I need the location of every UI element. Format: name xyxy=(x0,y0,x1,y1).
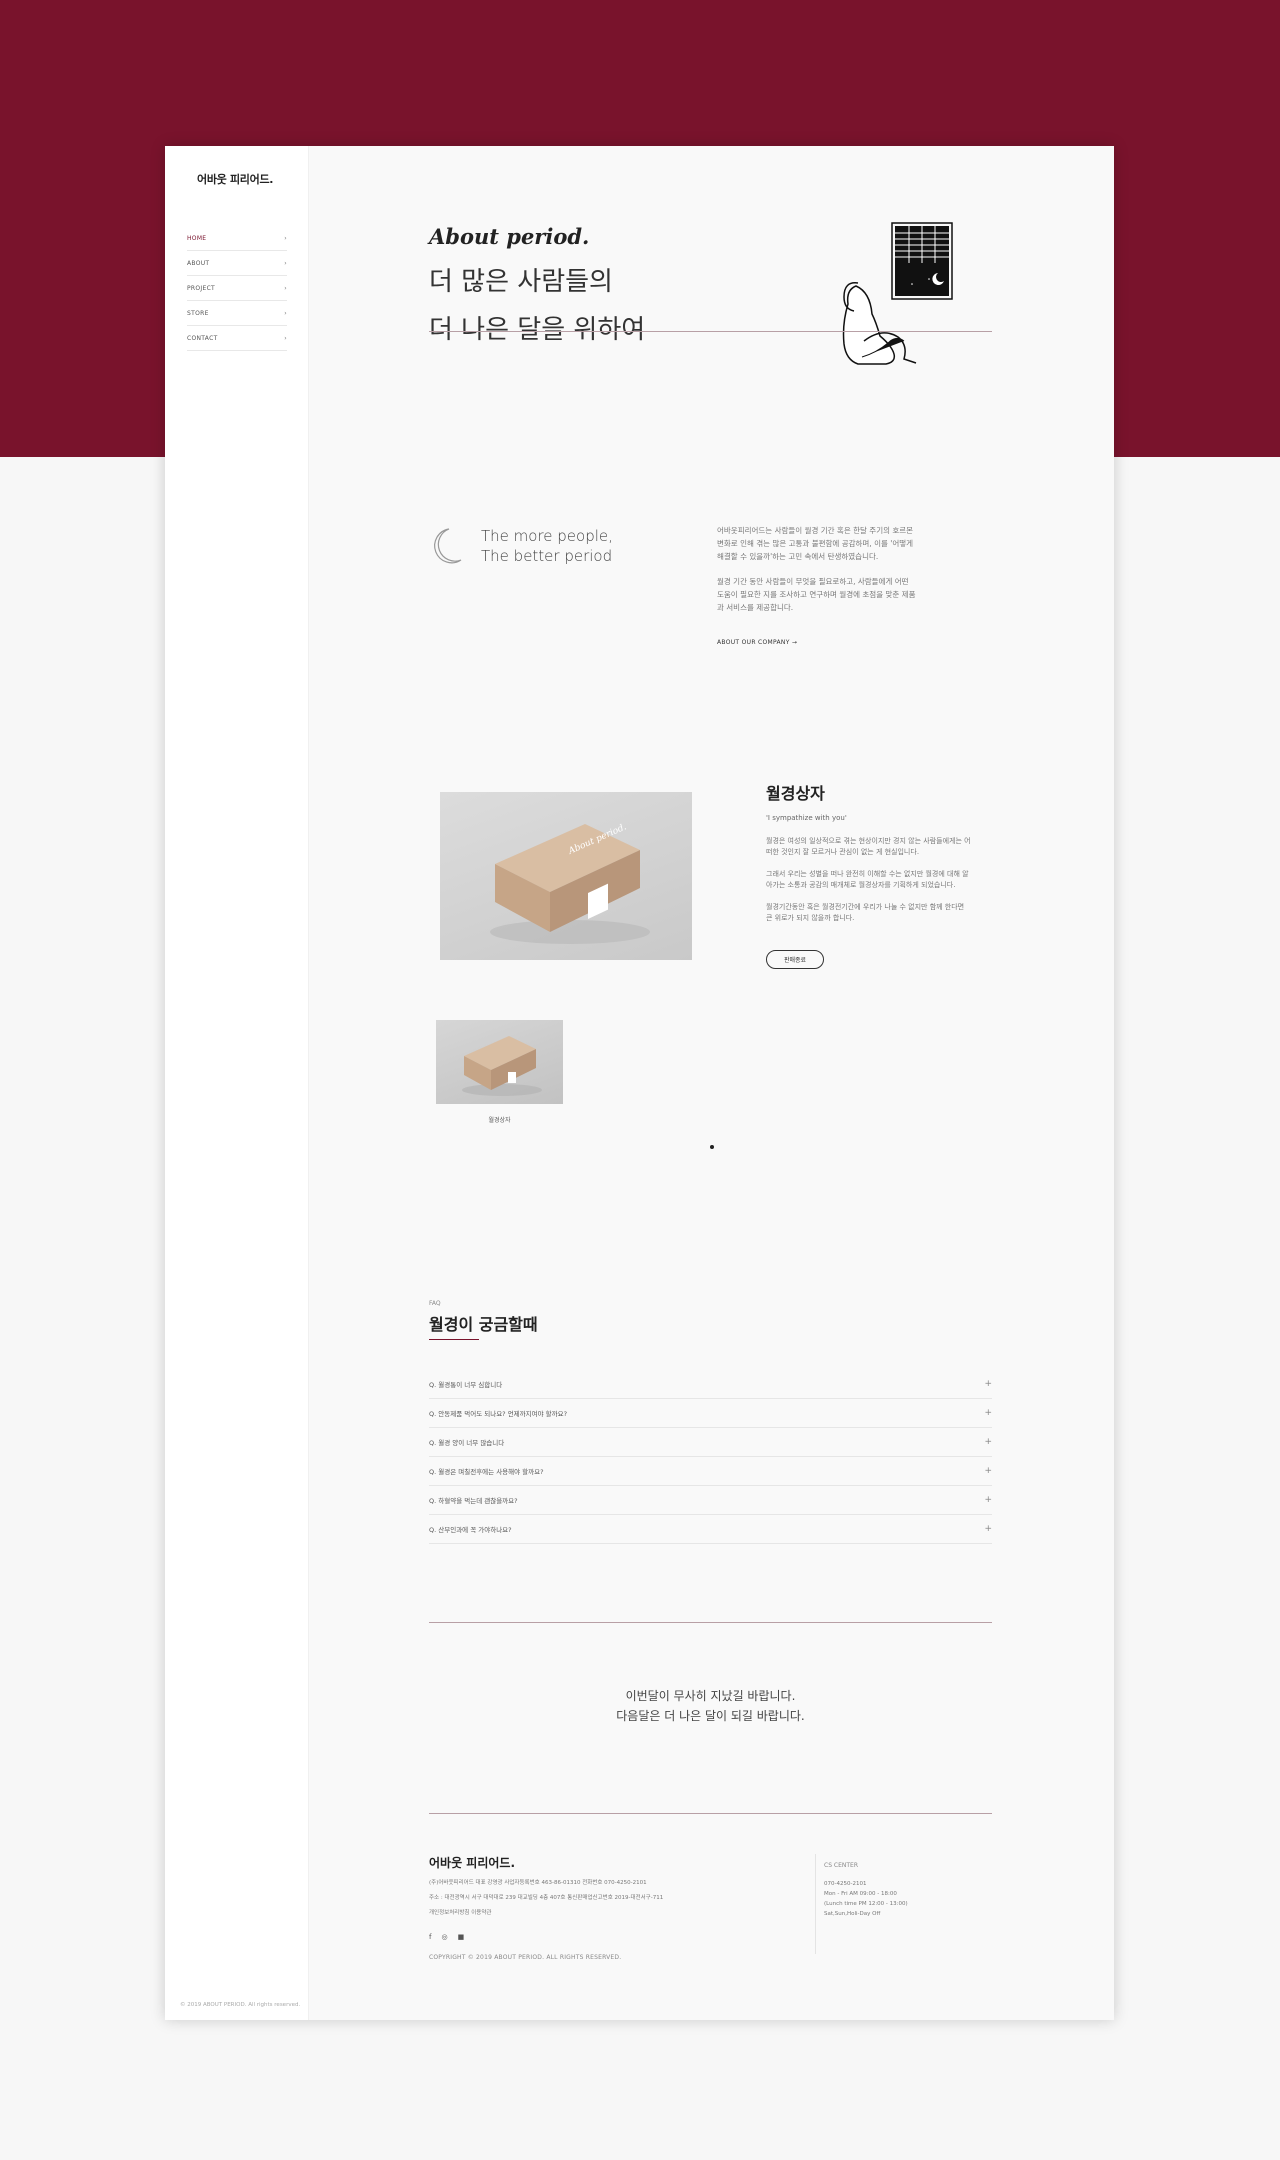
faq-question: Q. 월경 양이 너무 많습니다 xyxy=(429,1439,505,1447)
faq-question: Q. 월경은 며칠전후에는 사용해야 할까요? xyxy=(429,1468,544,1476)
product-subtitle: 'I sympathize with you' xyxy=(766,814,847,822)
faq-item[interactable]: Q. 산부인과에 꼭 가야하나요? + xyxy=(429,1515,992,1544)
hero-title-ko: 더 많은 사람들의 더 나은 달을 위하여 xyxy=(429,258,645,354)
faq-list: Q. 월경통이 너무 심합니다 + Q. 안동제품 먹어도 되나요? 언제까지여야… xyxy=(429,1370,992,1544)
nav-item-label: HOME xyxy=(187,234,207,242)
nav-item-label: STORE xyxy=(187,309,209,317)
product-paragraph: 월경은 여성의 일상적으로 겪는 현상이지만 경지 않는 사람들에게는 어떠한 … xyxy=(766,837,971,856)
nav-item-label: ABOUT xyxy=(187,259,210,267)
main-content: About period. 더 많은 사람들의 더 나은 달을 위하여 The … xyxy=(429,146,992,2020)
footer-company-info: (주)어바웃피리어드 대표 강영광 사업자등록번호 463-86-01310 전… xyxy=(429,1876,799,1921)
product-box-illustration: About period. xyxy=(490,822,650,944)
product-paragraph: 그래서 우리는 성별을 떠나 완전히 이해할 수는 없지만 월경에 대해 알아가… xyxy=(766,870,969,889)
plus-icon: + xyxy=(984,1379,992,1389)
footer-logo[interactable]: 어바웃 피리어드. xyxy=(429,1854,515,1871)
sidebar-nav: HOME › ABOUT › PROJECT › STORE › CONTACT › xyxy=(187,226,287,351)
closing-line-2: 다음달은 더 나은 달이 되길 바랍니다. xyxy=(616,1709,805,1723)
instagram-icon[interactable]: ◎ xyxy=(441,1933,447,1941)
faq-item[interactable]: Q. 안동제품 먹어도 되나요? 언제까지여야 할까요? + xyxy=(429,1399,992,1428)
product-description: 월경은 여성의 일상적으로 겪는 현상이지만 경지 않는 사람들에게는 어떠한 … xyxy=(766,836,971,924)
footer-social-links: f ◎ ■ xyxy=(429,1933,464,1941)
nav-item-home[interactable]: HOME › xyxy=(187,226,287,251)
chevron-right-icon: › xyxy=(284,334,287,342)
nav-item-project[interactable]: PROJECT › xyxy=(187,276,287,301)
footer-info-line: (주)어바웃피리어드 대표 강영광 사업자등록번호 463-86-01310 전… xyxy=(429,1880,647,1886)
sidebar-copyright: © 2019 ABOUT PERIOD. All rights reserved… xyxy=(180,2002,301,2008)
nav-item-store[interactable]: STORE › xyxy=(187,301,287,326)
footer-info-line: 주소 : 대전광역시 서구 대덕대로 239 대교빌딩 4층 407호 통신판매… xyxy=(429,1895,664,1901)
about-paragraph: 월경 기간 동안 사람들이 무엇을 필요로하고, 사람들에게 어떤 도움이 필요… xyxy=(717,577,916,612)
product-title: 월경상자 xyxy=(766,784,825,803)
about-paragraph: 어바웃피리어드는 사람들이 월경 기간 혹은 한달 주기의 호르몬 변화로 인해… xyxy=(717,526,914,561)
nav-item-contact[interactable]: CONTACT › xyxy=(187,326,287,351)
page-frame: 어바웃 피리어드. HOME › ABOUT › PROJECT › STORE › C… xyxy=(165,146,1114,2020)
woman-window-illustration xyxy=(842,222,953,365)
tagline-line-2: The better period xyxy=(481,547,613,565)
chevron-right-icon: › xyxy=(284,259,287,267)
faq-item[interactable]: Q. 하혈약을 먹는데 괜찮을까요? + xyxy=(429,1486,992,1515)
facebook-icon[interactable]: f xyxy=(429,1933,431,1941)
faq-title: 월경이 궁금할때 xyxy=(429,1315,538,1334)
shop-icon[interactable]: ■ xyxy=(458,1933,465,1941)
faq-question: Q. 하혈약을 먹는데 괜찮을까요? xyxy=(429,1497,518,1505)
section-divider xyxy=(429,331,992,332)
about-description: 어바웃피리어드는 사람들이 월경 기간 혹은 한달 주기의 호르몬 변화로 인해… xyxy=(717,524,917,614)
plus-icon: + xyxy=(984,1437,992,1447)
nav-item-label: CONTACT xyxy=(187,334,218,342)
faq-question: Q. 산부인과에 꼭 가야하나요? xyxy=(429,1526,512,1534)
crescent-moon-icon xyxy=(434,528,462,564)
nav-item-about[interactable]: ABOUT › xyxy=(187,251,287,276)
faq-item[interactable]: Q. 월경 양이 너무 많습니다 + xyxy=(429,1428,992,1457)
faq-label: FAQ xyxy=(429,1300,441,1307)
faq-question: Q. 안동제품 먹어도 되나요? 언제까지여야 할까요? xyxy=(429,1410,568,1418)
nav-item-label: PROJECT xyxy=(187,284,216,292)
cs-hours: Mon - Fri AM 09:00 - 18:00 xyxy=(824,1891,897,1897)
section-divider xyxy=(429,1622,992,1623)
about-company-link[interactable]: ABOUT OUR COMPANY → xyxy=(717,639,797,646)
sidebar: 어바웃 피리어드. HOME › ABOUT › PROJECT › STORE › C… xyxy=(165,146,309,2020)
plus-icon: + xyxy=(984,1495,992,1505)
footer-policy-links[interactable]: 개인정보처리방침 이용약관 xyxy=(429,1906,799,1921)
faq-title-underline xyxy=(429,1339,479,1340)
site-logo[interactable]: 어바웃 피리어드. xyxy=(197,171,273,187)
thumbnail-label: 월경상자 xyxy=(488,1117,511,1124)
product-thumbnail[interactable] xyxy=(436,1020,563,1104)
plus-icon: + xyxy=(984,1524,992,1534)
chevron-right-icon: › xyxy=(284,284,287,292)
plus-icon: + xyxy=(984,1466,992,1476)
faq-question: Q. 월경통이 너무 심합니다 xyxy=(429,1381,503,1389)
slider-dot[interactable] xyxy=(710,1145,714,1149)
tagline-line-1: The more people, xyxy=(481,527,613,545)
hero-line-1: 더 많은 사람들의 xyxy=(429,267,613,297)
footer-copyright: COPYRIGHT © 2019 ABOUT PERIOD. ALL RIGHT… xyxy=(429,1954,622,1961)
chevron-right-icon: › xyxy=(284,234,287,242)
section-divider xyxy=(429,1813,992,1814)
cs-details: 070-4250-2101 Mon - Fri AM 09:00 - 18:00… xyxy=(824,1879,992,1919)
product-paragraph: 월경기간동안 혹은 월경전기간에 우리가 나눌 수 없지만 함께 한다면 큰 위… xyxy=(766,903,965,922)
plus-icon: + xyxy=(984,1408,992,1418)
cs-off: Sat,Sun,Holi-Day Off xyxy=(824,1911,881,1917)
closing-message: 이번달이 무사히 지났길 바랍니다. 다음달은 더 나은 달이 되길 바랍니다. xyxy=(429,1686,992,1726)
closing-line-1: 이번달이 무사히 지났길 바랍니다. xyxy=(625,1689,796,1703)
thumbnail-box-illustration xyxy=(462,1036,542,1096)
hero-line-2: 더 나은 달을 위하여 xyxy=(429,315,646,345)
about-tagline: The more people, The better period xyxy=(481,526,613,566)
cs-lunch: (Lunch time PM 12:00 - 13:00) xyxy=(824,1901,908,1907)
cs-phone: 070-4250-2101 xyxy=(824,1881,867,1887)
faq-item[interactable]: Q. 월경통이 너무 심합니다 + xyxy=(429,1370,992,1399)
sold-out-button[interactable]: 판매종료 xyxy=(766,950,824,969)
cs-center: CS CENTER 070-4250-2101 Mon - Fri AM 09:… xyxy=(815,1854,992,1954)
chevron-right-icon: › xyxy=(284,309,287,317)
cs-title: CS CENTER xyxy=(824,1862,858,1869)
faq-item[interactable]: Q. 월경은 며칠전후에는 사용해야 할까요? + xyxy=(429,1457,992,1486)
hero-title-en: About period. xyxy=(429,224,590,249)
product-image[interactable]: About period. xyxy=(440,792,692,960)
